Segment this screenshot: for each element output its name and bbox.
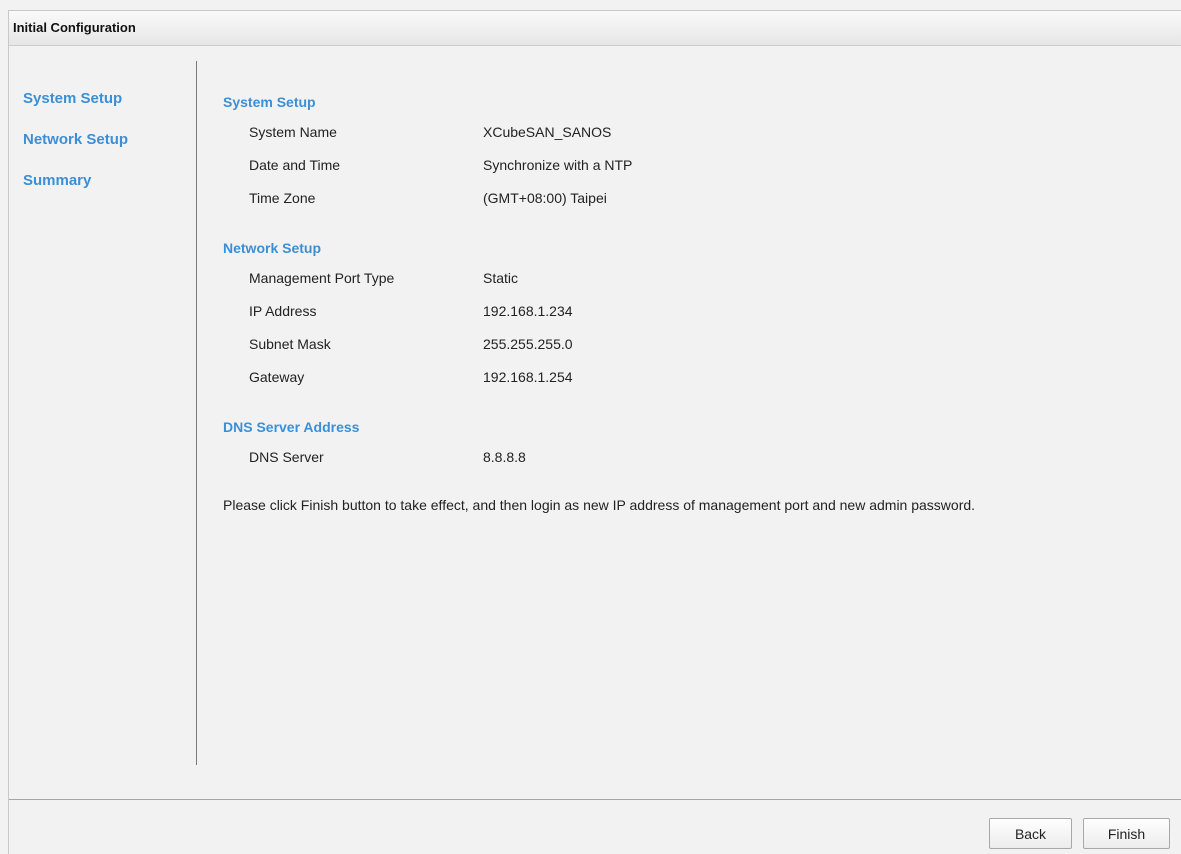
summary-row: Gateway 192.168.1.254 (223, 369, 1173, 402)
system-setup-section: System Setup System Name XCubeSAN_SANOS … (223, 92, 1173, 223)
back-button[interactable]: Back (989, 818, 1072, 849)
wizard-steps-nav: System Setup Network Setup Summary (23, 91, 128, 214)
row-value-time-zone: (GMT+08:00) Taipei (483, 190, 607, 206)
row-label-ip-address: IP Address (249, 303, 317, 319)
summary-row: Management Port Type Static (223, 270, 1173, 303)
initial-configuration-dialog: Initial Configuration System Setup Netwo… (8, 10, 1181, 854)
row-label-dns-server: DNS Server (249, 449, 324, 465)
nav-item-summary[interactable]: Summary (23, 173, 128, 214)
section-title-dns: DNS Server Address (223, 419, 360, 435)
section-title-network-setup: Network Setup (223, 240, 322, 256)
summary-row: DNS Server 8.8.8.8 (223, 449, 1173, 482)
finish-button[interactable]: Finish (1083, 818, 1170, 849)
row-label-gateway: Gateway (249, 369, 305, 385)
dialog-title: Initial Configuration (13, 20, 136, 35)
nav-item-system-setup[interactable]: System Setup (23, 91, 128, 132)
summary-row: Time Zone (GMT+08:00) Taipei (223, 190, 1173, 223)
row-label-time-zone: Time Zone (249, 190, 316, 206)
row-value-system-name: XCubeSAN_SANOS (483, 124, 612, 140)
row-value-ip-address: 192.168.1.234 (483, 303, 573, 319)
row-value-management-port-type: Static (483, 270, 519, 286)
dns-section: DNS Server Address DNS Server 8.8.8.8 (223, 417, 1173, 482)
row-value-subnet-mask: 255.255.255.0 (483, 336, 573, 352)
row-label-subnet-mask: Subnet Mask (249, 336, 331, 352)
row-label-system-name: System Name (249, 124, 337, 140)
summary-row: IP Address 192.168.1.234 (223, 303, 1173, 336)
row-value-dns-server: 8.8.8.8 (483, 449, 526, 465)
nav-divider (196, 61, 197, 765)
footer-divider (9, 799, 1181, 800)
row-value-date-time: Synchronize with a NTP (483, 157, 633, 173)
summary-row: Date and Time Synchronize with a NTP (223, 157, 1173, 190)
nav-item-network-setup[interactable]: Network Setup (23, 132, 128, 173)
section-title-system-setup: System Setup (223, 94, 316, 110)
summary-row: Subnet Mask 255.255.255.0 (223, 336, 1173, 369)
row-label-management-port-type: Management Port Type (249, 270, 395, 286)
row-value-gateway: 192.168.1.254 (483, 369, 573, 385)
dialog-titlebar: Initial Configuration (9, 11, 1181, 46)
summary-panel: System Setup System Name XCubeSAN_SANOS … (223, 92, 1173, 513)
finish-instruction-text: Please click Finish button to take effec… (223, 497, 976, 513)
summary-row: System Name XCubeSAN_SANOS (223, 124, 1173, 157)
row-label-date-time: Date and Time (249, 157, 341, 173)
network-setup-section: Network Setup Management Port Type Stati… (223, 238, 1173, 402)
